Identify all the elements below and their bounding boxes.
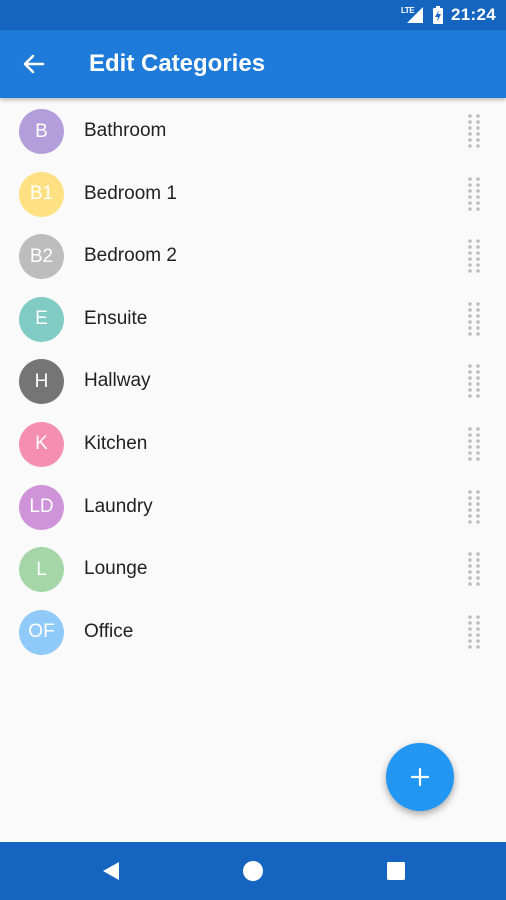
category-avatar: H bbox=[19, 359, 64, 405]
category-list: B Bathroom B1 Bedroom 1 B2 Bedroom 2 E E… bbox=[0, 100, 506, 663]
category-row[interactable]: H Hallway bbox=[0, 350, 506, 413]
nav-recents-button[interactable] bbox=[376, 851, 416, 891]
status-bar: LTE 21:24 bbox=[0, 0, 506, 30]
drag-handle-icon[interactable] bbox=[462, 550, 486, 588]
category-avatar: OF bbox=[19, 609, 64, 655]
category-avatar: L bbox=[19, 547, 64, 593]
drag-handle-icon[interactable] bbox=[462, 362, 486, 400]
drag-handle-icon[interactable] bbox=[462, 300, 486, 338]
category-label: Lounge bbox=[84, 558, 148, 580]
add-category-button[interactable] bbox=[386, 743, 454, 811]
category-avatar: B1 bbox=[19, 171, 64, 217]
category-avatar: B bbox=[19, 109, 64, 154]
category-label: Office bbox=[84, 620, 134, 642]
category-row[interactable]: OF Office bbox=[0, 601, 506, 664]
category-row[interactable]: L Lounge bbox=[0, 538, 506, 601]
category-row[interactable]: B Bathroom bbox=[0, 100, 506, 163]
category-avatar: LD bbox=[19, 484, 64, 530]
category-row[interactable]: B2 Bedroom 2 bbox=[0, 225, 506, 288]
drag-handle-icon[interactable] bbox=[462, 425, 486, 463]
system-nav-bar bbox=[0, 842, 506, 900]
category-row[interactable]: B1 Bedroom 1 bbox=[0, 163, 506, 226]
lte-signal-icon: LTE bbox=[401, 5, 425, 25]
battery-charging-icon bbox=[433, 6, 444, 24]
category-avatar: E bbox=[19, 296, 64, 342]
drag-handle-icon[interactable] bbox=[462, 175, 486, 213]
category-label: Bedroom 2 bbox=[84, 245, 177, 267]
status-icons: LTE 21:24 bbox=[401, 0, 496, 30]
arrow-back-icon bbox=[23, 54, 45, 74]
category-row[interactable]: K Kitchen bbox=[0, 413, 506, 476]
nav-home-button[interactable] bbox=[233, 851, 273, 891]
drag-handle-icon[interactable] bbox=[462, 237, 486, 275]
back-triangle-icon bbox=[103, 862, 119, 880]
category-row[interactable]: LD Laundry bbox=[0, 476, 506, 539]
recents-square-icon bbox=[387, 862, 405, 880]
page-title: Edit Categories bbox=[89, 50, 266, 77]
category-row[interactable]: E Ensuite bbox=[0, 288, 506, 351]
category-label: Laundry bbox=[84, 495, 153, 517]
drag-handle-icon[interactable] bbox=[462, 488, 486, 526]
add-icon bbox=[410, 767, 430, 787]
app-bar: Edit Categories bbox=[0, 30, 506, 98]
status-clock: 21:24 bbox=[451, 5, 496, 24]
nav-back-button[interactable] bbox=[91, 851, 131, 891]
category-label: Kitchen bbox=[84, 432, 148, 454]
drag-handle-icon[interactable] bbox=[462, 112, 486, 150]
category-avatar: B2 bbox=[19, 234, 64, 280]
back-button[interactable] bbox=[14, 44, 54, 84]
category-label: Bedroom 1 bbox=[84, 182, 177, 204]
drag-handle-icon[interactable] bbox=[462, 613, 486, 651]
category-label: Hallway bbox=[84, 370, 151, 392]
category-avatar: K bbox=[19, 421, 64, 467]
category-label: Bathroom bbox=[84, 120, 167, 141]
category-label: Ensuite bbox=[84, 307, 148, 329]
home-circle-icon bbox=[243, 861, 263, 881]
